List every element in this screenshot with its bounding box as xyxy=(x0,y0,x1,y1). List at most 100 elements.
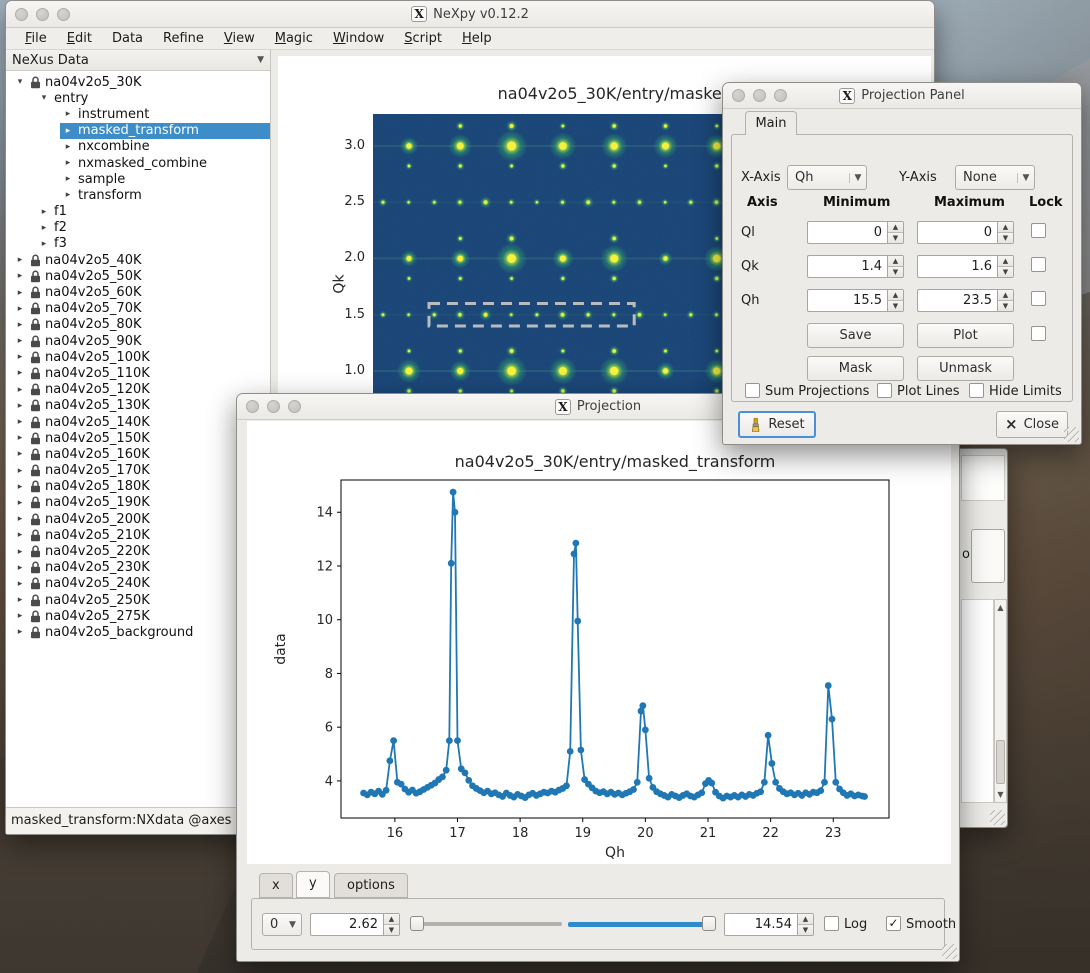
expander-closed-icon[interactable]: ▸ xyxy=(62,190,74,200)
max-spinbox[interactable]: 14.54 ▲▼ xyxy=(724,913,814,936)
expander-closed-icon[interactable]: ▸ xyxy=(14,255,26,265)
tree-item-na04v2o5_120K[interactable]: ▸na04v2o5_120K xyxy=(6,382,270,398)
expander-closed-icon[interactable]: ▸ xyxy=(14,498,26,508)
resize-grip[interactable] xyxy=(942,944,957,959)
expander-closed-icon[interactable]: ▸ xyxy=(62,126,74,136)
tree-item-na04v2o5_220K[interactable]: ▸na04v2o5_220K xyxy=(6,543,270,559)
tree-item-f1[interactable]: ▸f1 xyxy=(6,204,270,220)
menu-edit[interactable]: Edit xyxy=(58,29,101,48)
minimize-window-button[interactable] xyxy=(36,8,49,21)
menu-refine[interactable]: Refine xyxy=(154,29,213,48)
qh-lock-checkbox[interactable] xyxy=(1031,291,1046,306)
ql-max-spinbox[interactable]: 0 ▲▼ xyxy=(917,221,1014,244)
menu-view[interactable]: View xyxy=(215,29,264,48)
expander-closed-icon[interactable]: ▸ xyxy=(14,514,26,524)
plot-lock-checkbox[interactable] xyxy=(1031,326,1046,341)
tree-item-na04v2o5_275K[interactable]: ▸na04v2o5_275K xyxy=(6,608,270,624)
expander-closed-icon[interactable]: ▸ xyxy=(14,271,26,281)
expander-closed-icon[interactable]: ▸ xyxy=(14,547,26,557)
qh-min-spinbox[interactable]: 15.5 ▲▼ xyxy=(807,289,904,312)
expander-closed-icon[interactable]: ▸ xyxy=(38,223,50,233)
projection-panel-titlebar[interactable]: X Projection Panel xyxy=(723,83,1081,109)
qk-min-spinbox[interactable]: 1.4 ▲▼ xyxy=(807,255,904,278)
tree-item-na04v2o5_250K[interactable]: ▸na04v2o5_250K xyxy=(6,592,270,608)
tree-item-na04v2o5_100K[interactable]: ▸na04v2o5_100K xyxy=(6,349,270,365)
resize-grip[interactable] xyxy=(990,810,1005,825)
log-checkbox[interactable] xyxy=(824,916,839,931)
scrollbar-thumb[interactable] xyxy=(996,740,1005,784)
tree-root-combobox[interactable]: NeXus Data ▼ xyxy=(6,50,270,71)
tree-item-entry[interactable]: ▾entry xyxy=(6,90,270,106)
close-window-button[interactable] xyxy=(732,89,745,102)
expander-closed-icon[interactable]: ▸ xyxy=(38,207,50,217)
close-button[interactable]: × Close xyxy=(996,411,1068,438)
expander-closed-icon[interactable]: ▸ xyxy=(62,109,74,119)
spin-buttons[interactable]: ▲▼ xyxy=(887,221,904,244)
tree-item-nxcombine[interactable]: ▸nxcombine xyxy=(6,139,270,155)
resize-grip[interactable] xyxy=(1064,427,1079,442)
min-slider[interactable] xyxy=(410,913,562,935)
tree-item-nxmasked_combine[interactable]: ▸nxmasked_combine xyxy=(6,155,270,171)
spin-buttons[interactable]: ▲▼ xyxy=(887,255,904,278)
spin-buttons[interactable]: ▲▼ xyxy=(997,289,1014,312)
slider-handle[interactable] xyxy=(702,916,716,931)
vertical-scrollbar[interactable]: ▲ ▼ xyxy=(994,599,1007,803)
scroll-down-icon[interactable]: ▼ xyxy=(995,790,1006,799)
axis-index-combobox[interactable]: 0 ▼ xyxy=(262,913,302,936)
x-axis-combobox[interactable]: Qh ▼ xyxy=(787,165,867,190)
menu-help[interactable]: Help xyxy=(453,29,501,48)
expander-open-icon[interactable]: ▾ xyxy=(38,93,50,103)
menu-magic[interactable]: Magic xyxy=(266,29,322,48)
mask-button[interactable]: Mask xyxy=(807,356,904,381)
spin-buttons[interactable]: ▲▼ xyxy=(383,913,400,936)
min-spinbox[interactable]: 2.62 ▲▼ xyxy=(310,913,400,936)
expander-closed-icon[interactable]: ▸ xyxy=(14,336,26,346)
close-window-button[interactable] xyxy=(15,8,28,21)
expander-closed-icon[interactable]: ▸ xyxy=(14,288,26,298)
smooth-checkbox[interactable]: ✓ xyxy=(886,916,901,931)
expander-closed-icon[interactable]: ▸ xyxy=(14,563,26,573)
max-slider[interactable] xyxy=(568,913,716,935)
close-window-button[interactable] xyxy=(246,400,259,413)
tree-item-na04v2o5_50K[interactable]: ▸na04v2o5_50K xyxy=(6,268,270,284)
expander-closed-icon[interactable]: ▸ xyxy=(62,158,74,168)
slider-groove[interactable] xyxy=(410,922,562,926)
ql-lock-checkbox[interactable] xyxy=(1031,223,1046,238)
expander-closed-icon[interactable]: ▸ xyxy=(62,142,74,152)
menu-script[interactable]: Script xyxy=(395,29,451,48)
expander-closed-icon[interactable]: ▸ xyxy=(14,611,26,621)
tree-item-na04v2o5_210K[interactable]: ▸na04v2o5_210K xyxy=(6,527,270,543)
tree-item-masked_transform[interactable]: ▸masked_transform xyxy=(6,123,270,139)
qk-lock-checkbox[interactable] xyxy=(1031,257,1046,272)
expander-closed-icon[interactable]: ▸ xyxy=(14,627,26,637)
expander-closed-icon[interactable]: ▸ xyxy=(14,401,26,411)
maximize-window-button[interactable] xyxy=(288,400,301,413)
tree-item-transform[interactable]: ▸transform xyxy=(6,187,270,203)
qh-max-spinbox[interactable]: 23.5 ▲▼ xyxy=(917,289,1014,312)
slider-handle[interactable] xyxy=(410,916,424,931)
tree-item-na04v2o5_180K[interactable]: ▸na04v2o5_180K xyxy=(6,479,270,495)
tree-item-na04v2o5_80K[interactable]: ▸na04v2o5_80K xyxy=(6,317,270,333)
tree-item-instrument[interactable]: ▸instrument xyxy=(6,106,270,122)
tab-options[interactable]: options xyxy=(334,873,408,898)
expander-closed-icon[interactable]: ▸ xyxy=(14,530,26,540)
tree-item-na04v2o5_240K[interactable]: ▸na04v2o5_240K xyxy=(6,576,270,592)
expander-closed-icon[interactable]: ▸ xyxy=(14,579,26,589)
plot-lines-checkbox[interactable] xyxy=(877,383,892,398)
tree-item-na04v2o5_110K[interactable]: ▸na04v2o5_110K xyxy=(6,365,270,381)
expander-closed-icon[interactable]: ▸ xyxy=(62,174,74,184)
minimize-window-button[interactable] xyxy=(267,400,280,413)
tab-x[interactable]: x xyxy=(259,873,293,898)
tree-item-na04v2o5_230K[interactable]: ▸na04v2o5_230K xyxy=(6,560,270,576)
tree-item-na04v2o5_90K[interactable]: ▸na04v2o5_90K xyxy=(6,333,270,349)
maximize-window-button[interactable] xyxy=(57,8,70,21)
tree-item-na04v2o5_30K[interactable]: ▾na04v2o5_30K xyxy=(6,74,270,90)
tree-item-sample[interactable]: ▸sample xyxy=(6,171,270,187)
sum-projections-checkbox[interactable] xyxy=(745,383,760,398)
reset-button[interactable]: Reset xyxy=(738,411,816,438)
expander-closed-icon[interactable]: ▸ xyxy=(14,482,26,492)
expander-closed-icon[interactable]: ▸ xyxy=(14,320,26,330)
spin-buttons[interactable]: ▲▼ xyxy=(797,913,814,936)
spin-buttons[interactable]: ▲▼ xyxy=(997,221,1014,244)
expander-closed-icon[interactable]: ▸ xyxy=(14,352,26,362)
